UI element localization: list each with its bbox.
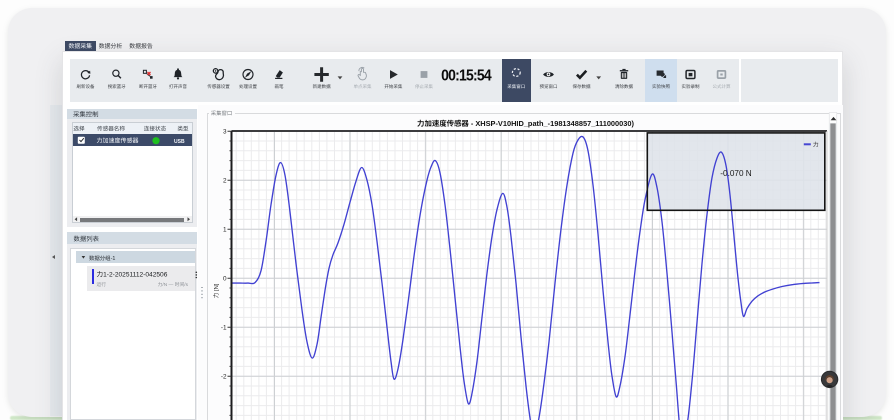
- svg-text:单点采集: 单点采集: [354, 84, 372, 90]
- svg-text:清除数据: 清除数据: [615, 84, 633, 90]
- svg-text:刷新设备: 刷新设备: [77, 84, 95, 90]
- svg-text:数据列表: 数据列表: [74, 234, 100, 243]
- svg-text:新建数据: 新建数据: [313, 84, 331, 90]
- svg-text:力加速度传感器 - XHSP-V10HID_path_-19: 力加速度传感器 - XHSP-V10HID_path_-1981348857_1…: [417, 118, 634, 129]
- svg-text:-0.070 N: -0.070 N: [720, 167, 751, 179]
- svg-text:采集窗口: 采集窗口: [507, 84, 525, 90]
- svg-text:停止采集: 停止采集: [415, 84, 433, 90]
- svg-text:开始采集: 开始采集: [384, 84, 402, 90]
- svg-text:选择: 选择: [73, 124, 85, 132]
- svg-text:力: 力: [813, 140, 819, 149]
- svg-text:0: 0: [223, 273, 227, 282]
- svg-text:力加速度传感器: 力加速度传感器: [97, 136, 139, 145]
- svg-text:公式计算: 公式计算: [713, 84, 731, 90]
- svg-text:实验录制: 实验录制: [682, 84, 700, 90]
- svg-text:力 [N]: 力 [N]: [211, 283, 220, 298]
- svg-text:实验快照: 实验快照: [652, 84, 670, 90]
- svg-text:类型: 类型: [177, 124, 189, 132]
- svg-text:断开蓝牙: 断开蓝牙: [139, 84, 157, 90]
- svg-text:2: 2: [223, 175, 227, 184]
- svg-text:连接状态: 连接状态: [144, 124, 167, 132]
- svg-text:传感器设置: 传感器设置: [207, 84, 230, 90]
- svg-text:力/N — 时间/s: 力/N — 时间/s: [158, 281, 189, 288]
- svg-text:-1: -1: [221, 322, 227, 331]
- svg-text:画笔: 画笔: [275, 84, 284, 90]
- svg-text:数据分组-1: 数据分组-1: [89, 254, 115, 262]
- svg-text:运行: 运行: [97, 281, 107, 288]
- svg-text:保存数据: 保存数据: [573, 84, 591, 90]
- svg-text:1: 1: [223, 224, 227, 233]
- svg-text:3: 3: [223, 126, 227, 135]
- svg-text:USB: USB: [174, 138, 185, 145]
- svg-text:传感器名称: 传感器名称: [97, 124, 125, 132]
- svg-text:搜索蓝牙: 搜索蓝牙: [108, 84, 126, 90]
- svg-text:采集控制: 采集控制: [73, 109, 99, 118]
- svg-text:预览窗口: 预览窗口: [540, 84, 558, 90]
- svg-text:-2: -2: [221, 371, 227, 380]
- svg-text:力1-2-20251112-042506: 力1-2-20251112-042506: [97, 268, 168, 278]
- svg-text:打开声音: 打开声音: [169, 84, 187, 90]
- svg-text:处理设置: 处理设置: [239, 84, 257, 90]
